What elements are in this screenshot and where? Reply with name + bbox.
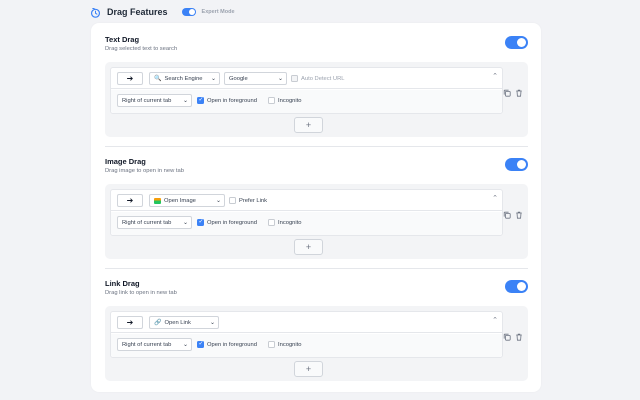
- rule-options-row: Right of current tab ⌄ Open in foregroun…: [111, 90, 502, 113]
- section-title: Link Drag: [105, 279, 140, 288]
- add-rule-button[interactable]: +: [294, 239, 323, 255]
- chevron-down-icon: ⌄: [209, 320, 215, 326]
- chevron-up-icon[interactable]: ⌃: [492, 316, 498, 324]
- direction-button[interactable]: ➔: [117, 72, 143, 85]
- checkbox-box[interactable]: [229, 197, 236, 204]
- action-select[interactable]: 🔗 Open Link ⌄: [149, 316, 219, 329]
- section-title: Text Drag: [105, 35, 140, 44]
- link-icon: 🔗: [154, 320, 162, 326]
- link-drag-toggle[interactable]: [505, 280, 528, 293]
- section-title: Image Drag: [105, 157, 146, 166]
- tab-position-select[interactable]: Right of current tab ⌄: [117, 338, 192, 351]
- chevron-up-icon[interactable]: ⌃: [492, 72, 498, 80]
- section-description: Drag image to open in new tab: [105, 168, 184, 174]
- chevron-down-icon: ⌄: [277, 76, 283, 82]
- direction-button[interactable]: ➔: [117, 194, 143, 207]
- checkbox-box[interactable]: [268, 97, 275, 104]
- rule-options-row: Right of current tab ⌄ Open in foregroun…: [111, 334, 502, 357]
- trash-icon[interactable]: [515, 206, 523, 219]
- rule-action-row: ➔ Open Image ⌄ Prefer Link ⌃: [111, 190, 502, 211]
- rule-actions: [503, 206, 523, 219]
- section-divider: [105, 146, 528, 147]
- image-drag-toggle[interactable]: [505, 158, 528, 171]
- incognito-checkbox[interactable]: Incognito: [268, 338, 302, 351]
- add-rule-button[interactable]: +: [294, 361, 323, 377]
- tab-position-select[interactable]: Right of current tab ⌄: [117, 216, 192, 229]
- incognito-checkbox[interactable]: Incognito: [268, 94, 302, 107]
- add-rule-button[interactable]: +: [294, 117, 323, 133]
- section-description: Drag selected text to search: [105, 46, 178, 52]
- trash-icon[interactable]: [515, 84, 523, 97]
- checkbox-box[interactable]: [197, 218, 204, 226]
- page-title: Drag Features: [107, 7, 168, 17]
- drag-rule: ➔ 🔗 Open Link ⌄ ⌃ Right of current tab ⌄: [110, 311, 503, 358]
- page-header: Drag Features Expert Mode: [90, 4, 235, 20]
- direction-button[interactable]: ➔: [117, 316, 143, 329]
- drag-rule: ➔ Open Image ⌄ Prefer Link ⌃ Right of cu…: [110, 189, 503, 236]
- rules-panel: ➔ Open Image ⌄ Prefer Link ⌃ Right of cu…: [105, 184, 528, 259]
- tab-position-select[interactable]: Right of current tab ⌄: [117, 94, 192, 107]
- action-select[interactable]: Open Image ⌄: [149, 194, 225, 207]
- section-divider: [105, 268, 528, 269]
- image-icon: [154, 197, 161, 204]
- expert-mode-toggle[interactable]: [181, 8, 196, 16]
- chevron-down-icon: ⌄: [210, 76, 216, 82]
- copy-icon[interactable]: [503, 328, 511, 341]
- chevron-down-icon: ⌄: [182, 220, 188, 226]
- settings-card: Text Drag Drag selected text to search ➔…: [91, 23, 541, 392]
- rule-actions: [503, 84, 523, 97]
- auto-detect-url-checkbox[interactable]: Auto Detect URL: [291, 72, 345, 85]
- rule-actions: [503, 328, 523, 341]
- prefer-link-checkbox[interactable]: Prefer Link: [229, 194, 267, 207]
- checkbox-box[interactable]: [291, 75, 298, 82]
- copy-icon[interactable]: [503, 206, 511, 219]
- section-description: Drag link to open in new tab: [105, 290, 177, 296]
- trash-icon[interactable]: [515, 328, 523, 341]
- drag-rule: ➔ 🔍 Search Engine ⌄ Google ⌄ Auto Detect…: [110, 67, 503, 114]
- chevron-up-icon[interactable]: ⌃: [492, 194, 498, 202]
- action-select[interactable]: 🔍 Search Engine ⌄: [149, 72, 220, 85]
- copy-icon[interactable]: [503, 84, 511, 97]
- chevron-down-icon: ⌄: [182, 342, 188, 348]
- checkbox-box[interactable]: [268, 219, 275, 226]
- open-foreground-checkbox[interactable]: Open in foreground: [197, 338, 257, 351]
- checkbox-box[interactable]: [197, 340, 204, 348]
- chevron-down-icon: ⌄: [215, 198, 221, 204]
- open-foreground-checkbox[interactable]: Open in foreground: [197, 216, 257, 229]
- chevron-down-icon: ⌄: [182, 98, 188, 104]
- rule-action-row: ➔ 🔍 Search Engine ⌄ Google ⌄ Auto Detect…: [111, 68, 502, 89]
- rule-action-row: ➔ 🔗 Open Link ⌄ ⌃: [111, 312, 502, 333]
- incognito-checkbox[interactable]: Incognito: [268, 216, 302, 229]
- text-drag-toggle[interactable]: [505, 36, 528, 49]
- expert-mode-label: Expert Mode: [201, 9, 235, 15]
- checkbox-box[interactable]: [197, 96, 204, 104]
- rules-panel: ➔ 🔍 Search Engine ⌄ Google ⌄ Auto Detect…: [105, 62, 528, 137]
- rules-panel: ➔ 🔗 Open Link ⌄ ⌃ Right of current tab ⌄: [105, 306, 528, 381]
- rule-options-row: Right of current tab ⌄ Open in foregroun…: [111, 212, 502, 235]
- checkbox-box[interactable]: [268, 341, 275, 348]
- open-foreground-checkbox[interactable]: Open in foreground: [197, 94, 257, 107]
- magnifier-icon: 🔍: [154, 76, 162, 82]
- search-engine-select[interactable]: Google ⌄: [224, 72, 287, 85]
- drag-clock-icon: [90, 7, 101, 18]
